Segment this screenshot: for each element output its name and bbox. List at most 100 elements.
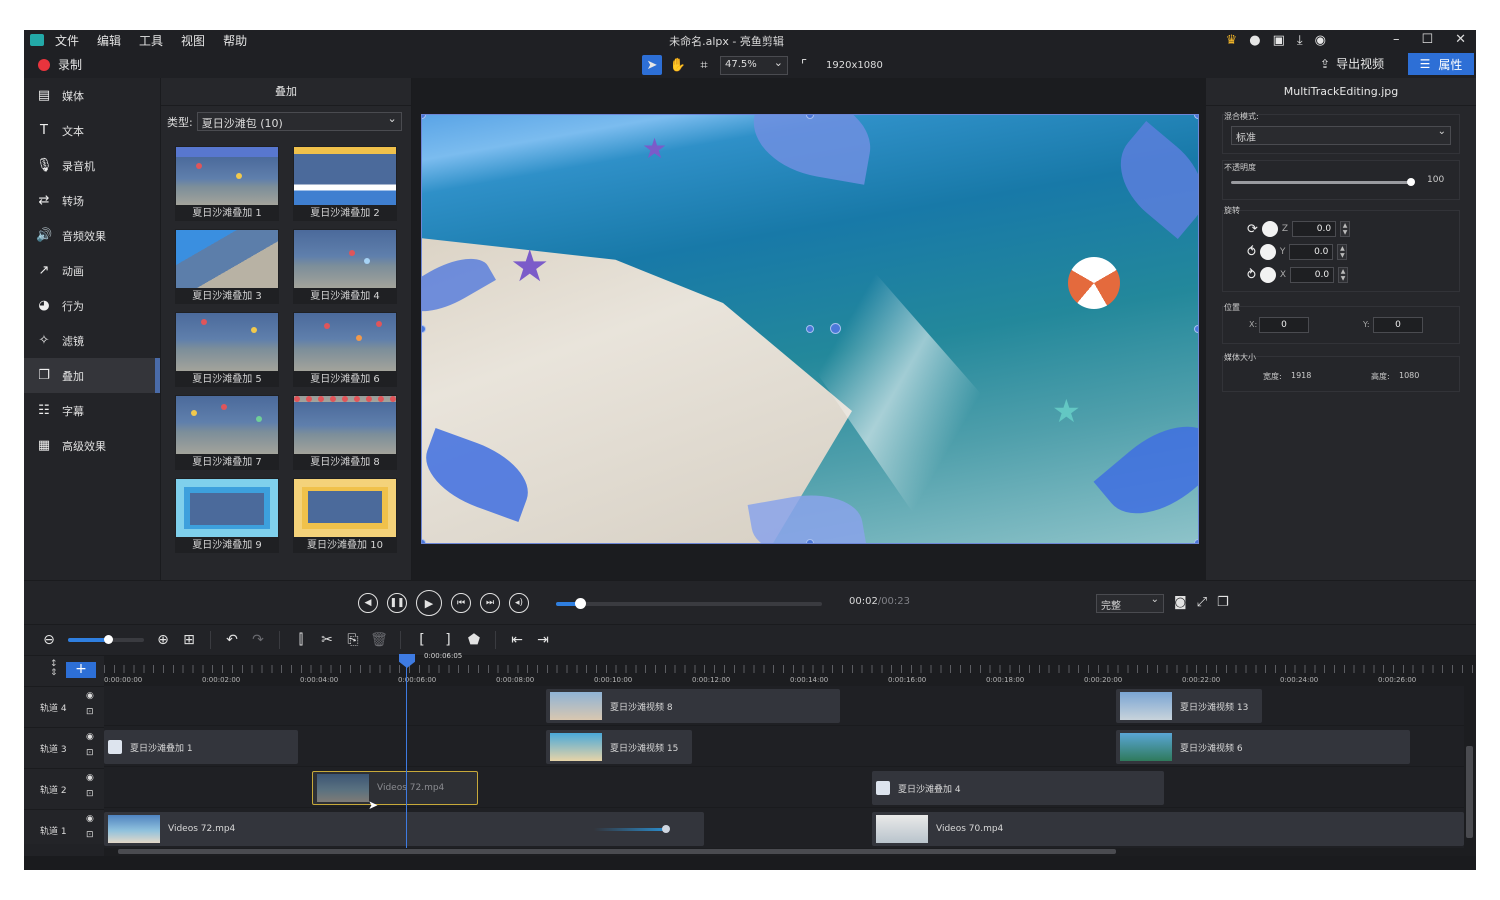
overlay-tile[interactable]: 夏日沙滩叠加 3: [175, 229, 279, 304]
timeline-zoom-slider[interactable]: [68, 635, 144, 644]
sidebar-item-advanced-effects[interactable]: ▦ 高级效果: [24, 428, 160, 463]
skip-end-icon[interactable]: ⏭: [480, 593, 500, 613]
resize-handle[interactable]: [1194, 539, 1198, 543]
snapshot-icon[interactable]: ◙: [1174, 595, 1187, 610]
rotation-x-input[interactable]: 0.0: [1290, 267, 1335, 283]
rotation-y-input[interactable]: 0.0: [1289, 244, 1334, 260]
play-icon[interactable]: ▶: [416, 590, 442, 616]
crown-icon[interactable]: ♛: [1226, 33, 1238, 48]
sidebar-item-audio-effects[interactable]: 🔊 音频效果: [24, 218, 160, 253]
marker-icon[interactable]: ⬟: [461, 632, 487, 648]
rotation-dial[interactable]: [1261, 221, 1278, 237]
minimize-icon[interactable]: –: [1393, 32, 1400, 47]
export-video-button[interactable]: ⇪ 导出视频: [1320, 55, 1384, 72]
lock-icon[interactable]: ⊡: [86, 707, 94, 717]
timeline-horizontal-scrollbar[interactable]: [104, 848, 1476, 856]
close-icon[interactable]: ✕: [1455, 32, 1466, 47]
rotation-z-input[interactable]: 0.0: [1292, 221, 1337, 237]
select-tool-icon[interactable]: ➤: [642, 55, 662, 75]
lock-icon[interactable]: ⊡: [86, 830, 94, 840]
resize-handle[interactable]: [806, 539, 814, 543]
scrollbar-thumb[interactable]: [118, 849, 1116, 854]
add-track-button[interactable]: +: [66, 662, 96, 678]
overlay-tile[interactable]: 夏日沙滩叠加 10: [293, 478, 397, 553]
delete-icon[interactable]: 🗑: [366, 632, 392, 648]
eye-icon[interactable]: ◉: [86, 814, 94, 824]
rotate-handle[interactable]: [830, 323, 841, 334]
sidebar-item-behavior[interactable]: ◕ 行为: [24, 288, 160, 323]
volume-icon[interactable]: ◂): [509, 593, 529, 613]
overlay-type-select[interactable]: 夏日沙滩包 (10): [196, 112, 402, 131]
overlay-tile[interactable]: 夏日沙滩叠加 8: [293, 395, 397, 470]
crop-tool-icon[interactable]: ⌗: [694, 55, 714, 75]
rotation-dial[interactable]: [1259, 244, 1276, 260]
timeline-clip[interactable]: Videos 70.mp4: [872, 812, 1464, 846]
go-to-end-icon[interactable]: ⇥: [530, 632, 556, 648]
sidebar-item-filters[interactable]: ✧ 滤镜: [24, 323, 160, 358]
zoom-in-icon[interactable]: ⊕: [150, 632, 176, 648]
fit-timeline-icon[interactable]: ⊞: [176, 632, 202, 648]
rotation-y-spinner[interactable]: ▲ ▼: [1337, 244, 1348, 260]
pause-icon[interactable]: ❚❚: [387, 593, 407, 613]
sidebar-item-media[interactable]: ▤ 媒体: [24, 78, 160, 113]
cut-icon[interactable]: ✂: [314, 632, 340, 648]
lock-icon[interactable]: ⊡: [86, 748, 94, 758]
sidebar-item-subtitles[interactable]: ☷ 字幕: [24, 393, 160, 428]
overlay-tile[interactable]: 夏日沙滩叠加 1: [175, 146, 279, 221]
opacity-slider-knob[interactable]: [1407, 178, 1415, 186]
timeline-clip[interactable]: 夏日沙滩视频 15: [546, 730, 692, 764]
timeline-clip[interactable]: 夏日沙滩视频 8: [546, 689, 840, 723]
sidebar-item-animation[interactable]: ↗ 动画: [24, 253, 160, 288]
timeline-clip[interactable]: 夏日沙滩叠加 4: [872, 771, 1164, 805]
resize-handle[interactable]: [422, 115, 426, 119]
rotation-z-spinner[interactable]: ▲ ▼: [1340, 221, 1351, 237]
playhead-line[interactable]: [406, 654, 407, 848]
opacity-slider[interactable]: [1231, 181, 1411, 184]
rotation-x-spinner[interactable]: ▲ ▼: [1338, 267, 1349, 283]
maximize-icon[interactable]: ☐: [1421, 32, 1433, 47]
resize-handle[interactable]: [1194, 115, 1198, 119]
position-y-input[interactable]: 0: [1373, 317, 1423, 333]
redo-icon[interactable]: ↷: [245, 632, 271, 648]
track-height-icon[interactable]: ↕ ⇕: [50, 660, 58, 678]
save-icon[interactable]: ▣: [1273, 33, 1285, 48]
timeline-vertical-scrollbar[interactable]: [1464, 686, 1476, 848]
download-icon[interactable]: ⤓: [1297, 33, 1303, 48]
go-to-start-icon[interactable]: ⇤: [504, 632, 530, 648]
timeline-clip[interactable]: 夏日沙滩视频 6: [1116, 730, 1410, 764]
mark-out-icon[interactable]: ]: [435, 632, 461, 648]
resize-handle[interactable]: [1194, 325, 1198, 333]
fullscreen-icon[interactable]: ⤢: [1197, 595, 1207, 610]
keyframe-dot[interactable]: [662, 825, 670, 833]
timeline-ruler[interactable]: 0:00:00:00 0:00:02:00 0:00:04:00 0:00:06…: [104, 656, 1476, 686]
center-handle[interactable]: [806, 325, 814, 333]
eye-icon[interactable]: ◉: [86, 773, 94, 783]
eye-icon[interactable]: ◉: [86, 732, 94, 742]
sidebar-item-transition[interactable]: ⇄ 转场: [24, 183, 160, 218]
zoom-out-icon[interactable]: ⊖: [36, 632, 62, 648]
position-x-input[interactable]: 0: [1259, 317, 1309, 333]
step-back-icon[interactable]: ◀: [358, 593, 378, 613]
record-button[interactable]: 录制: [38, 56, 82, 73]
blend-mode-select[interactable]: 标准: [1231, 126, 1451, 145]
sidebar-item-recorder[interactable]: 🎙 录音机: [24, 148, 160, 183]
overlay-tile[interactable]: 夏日沙滩叠加 7: [175, 395, 279, 470]
zoom-select[interactable]: 47.5%: [720, 55, 788, 75]
detach-preview-icon[interactable]: ❐: [1217, 595, 1229, 610]
quality-select[interactable]: 完整: [1096, 594, 1164, 613]
scrollbar-thumb[interactable]: [1466, 746, 1473, 838]
undo-icon[interactable]: ↶: [219, 632, 245, 648]
timeline-clip-selected[interactable]: Videos 72.mp4: [312, 771, 478, 805]
timeline-zoom-knob[interactable]: [103, 635, 113, 644]
properties-button[interactable]: ☰ 属性: [1408, 53, 1474, 75]
view-icon[interactable]: ◉: [1315, 33, 1326, 48]
eye-icon[interactable]: ◉: [86, 691, 94, 701]
split-icon[interactable]: ⫿: [288, 632, 314, 648]
copy-icon[interactable]: ⎘: [340, 632, 366, 648]
playback-progress[interactable]: [556, 598, 822, 609]
overlay-tile[interactable]: 夏日沙滩叠加 4: [293, 229, 397, 304]
account-icon[interactable]: ●: [1249, 33, 1260, 48]
canvas-size-icon[interactable]: ⌜: [794, 55, 814, 75]
mark-in-icon[interactable]: [: [409, 632, 435, 648]
rotation-dial[interactable]: [1259, 267, 1276, 283]
